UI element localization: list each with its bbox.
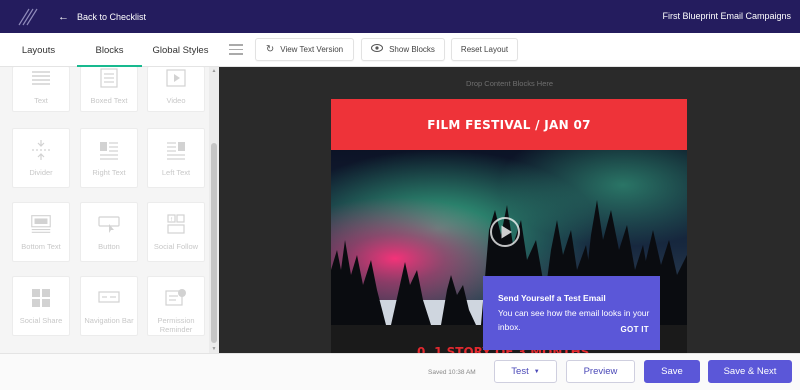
caret-down-icon: ▼ <box>533 368 540 375</box>
block-social-follow[interactable]: f Social Follow <box>147 202 205 262</box>
block-video[interactable]: Video <box>147 67 205 112</box>
test-dropdown-button[interactable]: Test ▼ <box>494 360 557 383</box>
scroll-down-icon[interactable]: ▼ <box>209 346 219 352</box>
reset-layout-button[interactable]: Reset Layout <box>451 38 518 61</box>
email-header-title: FILM FESTIVAL / JAN 07 <box>427 117 591 132</box>
bottom-text-block-icon <box>29 213 53 235</box>
block-text[interactable]: Text <box>12 67 70 112</box>
block-label: Permission Reminder <box>157 316 195 334</box>
email-header-block[interactable]: FILM FESTIVAL / JAN 07 <box>331 99 687 150</box>
tab-label: Global Styles <box>152 44 209 56</box>
block-label: Social Share <box>19 316 63 325</box>
block-divider[interactable]: Divider <box>12 128 70 188</box>
reset-layout-label: Reset Layout <box>460 45 509 54</box>
tab-global-styles[interactable]: Global Styles <box>142 33 219 67</box>
social-follow-block-icon: f <box>164 213 188 235</box>
block-bottom-text[interactable]: Bottom Text <box>12 202 70 262</box>
preview-button[interactable]: Preview <box>566 360 635 383</box>
view-text-version-button[interactable]: ↻ View Text Version <box>255 38 354 61</box>
block-label: Divider <box>29 168 53 177</box>
text-block-icon <box>29 67 53 89</box>
sidebar-scrollbar[interactable]: ▲ ▼ <box>209 67 219 353</box>
bottom-action-bar: Saved 10:38 AM Test ▼ Preview Save Save … <box>0 353 800 390</box>
block-label: Right Text <box>92 168 126 177</box>
social-share-block-icon <box>29 287 53 309</box>
tab-label: Layouts <box>21 44 56 56</box>
save-and-next-button[interactable]: Save & Next <box>708 360 792 383</box>
top-bar: ← Back to Checklist First Blueprint Emai… <box>0 0 800 33</box>
test-label: Test <box>511 366 529 377</box>
block-label: Left Text <box>161 168 191 177</box>
preview-label: Preview <box>583 366 618 377</box>
block-label: Navigation Bar <box>84 316 134 325</box>
block-right-text[interactable]: Right Text <box>80 128 138 188</box>
block-permission-reminder[interactable]: Permission Reminder <box>147 276 205 336</box>
scrollbar-thumb[interactable] <box>211 143 217 343</box>
block-boxed-text[interactable]: Boxed Text <box>80 67 138 112</box>
eye-icon <box>371 44 384 55</box>
left-text-block-icon <box>164 139 188 161</box>
blocks-sidebar: Text Boxed Text Video Divider Right Text… <box>0 67 219 353</box>
campaign-title: First Blueprint Email Campaigns <box>662 11 791 21</box>
saved-status: Saved 10:38 AM <box>428 369 476 376</box>
block-label: Boxed Text <box>90 96 128 105</box>
block-label: Bottom Text <box>21 242 61 251</box>
video-block-icon <box>164 67 188 89</box>
block-navigation-bar[interactable]: Navigation Bar <box>80 276 138 336</box>
drop-zone-hint[interactable]: Drop Content Blocks Here <box>219 79 800 88</box>
show-blocks-button[interactable]: Show Blocks <box>361 38 445 61</box>
block-button[interactable]: Button <box>80 202 138 262</box>
tab-label: Blocks <box>95 44 124 56</box>
block-label: Social Follow <box>153 242 199 251</box>
menu-icon[interactable] <box>229 44 243 55</box>
right-text-block-icon <box>97 139 121 161</box>
block-label: Text <box>34 96 48 105</box>
back-to-checklist-link[interactable]: ← Back to Checklist <box>58 11 146 23</box>
block-left-text[interactable]: Left Text <box>147 128 205 188</box>
divider-block-icon <box>29 139 53 161</box>
editor-toolbar: Layouts Blocks Global Styles ↻ View Text… <box>0 33 800 67</box>
save-next-label: Save & Next <box>723 366 777 377</box>
tab-blocks[interactable]: Blocks <box>77 33 142 67</box>
save-label: Save <box>661 366 683 377</box>
arrow-left-icon: ← <box>58 10 69 23</box>
navigation-bar-block-icon <box>97 287 121 309</box>
got-it-button[interactable]: GOT IT <box>621 325 649 334</box>
back-label: Back to Checklist <box>77 11 147 22</box>
play-video-icon[interactable] <box>489 216 521 248</box>
scroll-up-icon[interactable]: ▲ <box>209 68 219 74</box>
permission-reminder-block-icon <box>164 287 188 309</box>
test-email-tooltip: Send Yourself a Test Email You can see h… <box>483 276 660 350</box>
refresh-icon: ↻ <box>265 44 275 55</box>
app-logo-icon[interactable] <box>17 7 39 27</box>
button-block-icon <box>97 213 121 235</box>
block-label: Button <box>98 242 120 251</box>
view-text-label: View Text Version <box>280 45 344 54</box>
boxed-text-block-icon <box>97 67 121 89</box>
block-social-share[interactable]: Social Share <box>12 276 70 336</box>
tooltip-title: Send Yourself a Test Email <box>498 293 606 303</box>
show-blocks-label: Show Blocks <box>389 45 435 54</box>
save-button[interactable]: Save <box>644 360 700 383</box>
tab-layouts[interactable]: Layouts <box>0 33 77 67</box>
block-label: Video <box>166 96 186 105</box>
